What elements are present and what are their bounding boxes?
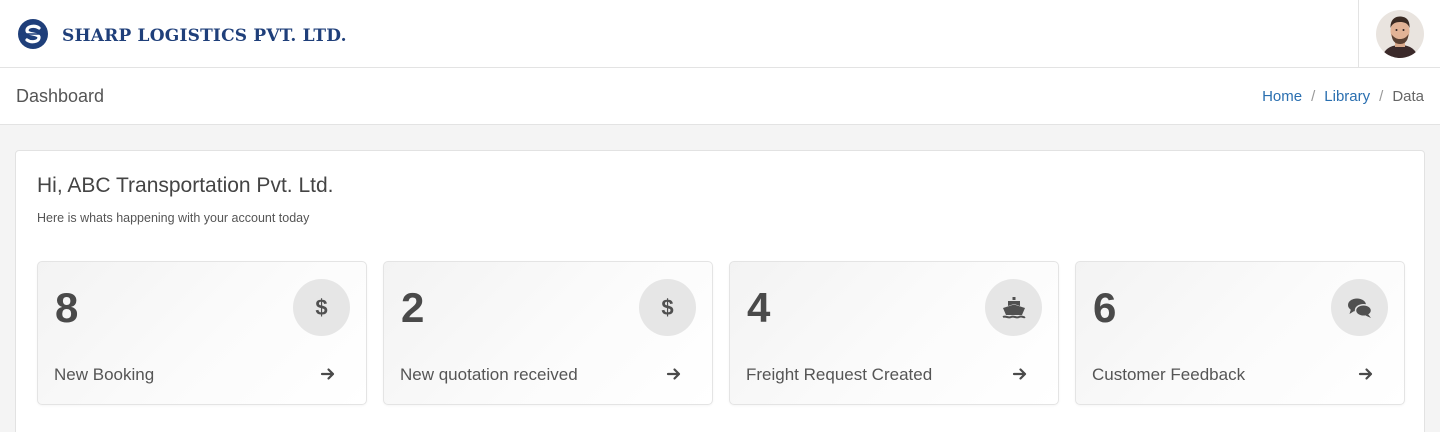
stat-label: New quotation received — [400, 365, 578, 384]
stat-label: Customer Feedback — [1092, 365, 1246, 384]
stat-count: 6 — [1093, 284, 1117, 331]
stat-label: Freight Request Created — [746, 365, 933, 384]
welcome-subtitle: Here is whats happening with your accoun… — [37, 211, 310, 225]
breadcrumb-library[interactable]: Library — [1324, 88, 1370, 105]
stat-card-new-booking[interactable]: 8 $ New Booking — [37, 261, 367, 405]
icon-badge — [1331, 279, 1388, 336]
breadcrumb-current: Data — [1392, 88, 1424, 105]
logo-s-icon — [18, 19, 48, 49]
arrow-right-icon[interactable] — [1358, 366, 1374, 382]
ship-icon — [1002, 296, 1026, 318]
arrow-right-icon[interactable] — [320, 366, 336, 382]
dollar-icon: $ — [661, 294, 674, 320]
breadcrumb-separator: / — [1311, 88, 1316, 105]
stat-count: 4 — [747, 284, 771, 331]
avatar[interactable] — [1375, 10, 1424, 58]
profile-menu[interactable] — [1358, 0, 1440, 68]
dollar-icon: $ — [315, 294, 328, 320]
icon-badge: $ — [639, 279, 696, 336]
top-navbar: SHARP LOGISTICS PVT. LTD. — [0, 0, 1440, 68]
arrow-right-icon[interactable] — [666, 366, 682, 382]
stat-card-freight-request[interactable]: 4 Freight Request Created — [729, 261, 1059, 405]
comments-icon — [1347, 298, 1372, 318]
icon-badge — [985, 279, 1042, 336]
breadcrumb-separator: / — [1379, 88, 1384, 105]
company-logo[interactable]: SHARP LOGISTICS PVT. LTD. — [17, 16, 347, 52]
stat-card-customer-feedback[interactable]: 6 Customer Feedback — [1075, 261, 1405, 405]
breadcrumb-home[interactable]: Home — [1262, 88, 1302, 105]
page-header: Dashboard Home / Library / Data — [0, 68, 1440, 125]
breadcrumb: Home / Library / Data — [1262, 88, 1424, 105]
stat-count: 8 — [55, 284, 79, 331]
stat-card-new-quotation[interactable]: 2 $ New quotation received — [383, 261, 713, 405]
stat-label: New Booking — [54, 365, 155, 384]
welcome-greeting: Hi, ABC Transportation Pvt. Ltd. — [37, 174, 334, 197]
dashboard-panel: Hi, ABC Transportation Pvt. Ltd. Here is… — [15, 150, 1425, 432]
company-name: SHARP LOGISTICS PVT. LTD. — [62, 26, 347, 46]
page-title: Dashboard — [16, 86, 105, 106]
stat-count: 2 — [401, 284, 425, 331]
arrow-right-icon[interactable] — [1012, 366, 1028, 382]
icon-badge: $ — [293, 279, 350, 336]
